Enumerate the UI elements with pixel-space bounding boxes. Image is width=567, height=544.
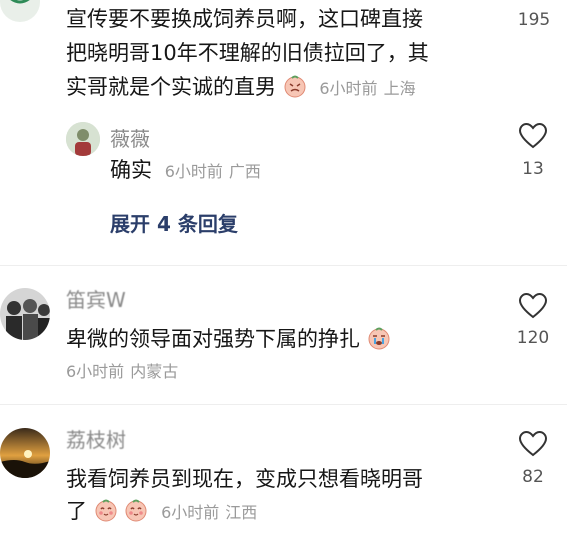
like-count: 195	[517, 10, 551, 30]
like-count: 13	[522, 159, 544, 179]
avatar[interactable]	[0, 428, 50, 478]
comment-author[interactable]: 荔枝树	[66, 424, 126, 453]
avatar-image	[10, 0, 30, 4]
like-count: 82	[522, 467, 544, 487]
reply-avatar[interactable]	[66, 122, 100, 156]
blush-emoji-icon	[125, 499, 147, 522]
comment-text-line-last: 实哥就是个实诚的直男 6小时前 上海	[66, 70, 416, 106]
comment-region: 内蒙古	[130, 362, 179, 381]
heart-outline-icon[interactable]	[518, 430, 548, 458]
avatar-image	[0, 288, 50, 340]
expand-replies-button[interactable]: 展开 4 条回复	[110, 208, 238, 237]
comment-meta: 6小时前 内蒙古	[60, 358, 178, 382]
comment-author[interactable]: 笛宾W	[66, 284, 126, 313]
comment-text-line: 卑微的领导面对强势下属的挣扎	[66, 322, 391, 356]
crying-emoji-icon	[368, 327, 390, 350]
blush-emoji-icon	[95, 499, 117, 522]
avatar[interactable]	[0, 288, 50, 340]
reply-time: 6小时前	[164, 162, 223, 181]
divider	[0, 404, 567, 405]
comment-text-line: 宣传要不要换成饲养员啊，这口碑直接	[66, 7, 423, 31]
comment-time: 6小时前	[66, 362, 125, 381]
comment-region: 上海	[383, 79, 416, 98]
heart-outline-icon[interactable]	[518, 122, 548, 150]
reply-region: 广西	[228, 162, 261, 181]
like-count: 120	[516, 328, 550, 348]
avatar[interactable]	[0, 0, 40, 22]
comment-text-line: 我看饲养员到现在，变成只想看晓明哥	[66, 467, 423, 491]
avatar-image	[0, 428, 50, 478]
heart-outline-icon[interactable]	[518, 292, 548, 320]
comment-time: 6小时前	[319, 79, 378, 98]
avatar-image	[66, 122, 100, 156]
reply-text: 确实	[110, 158, 152, 182]
reply-author[interactable]: 薇薇	[110, 123, 150, 152]
comment-text: 卑微的领导面对强势下属的挣扎	[66, 327, 360, 351]
comment-region: 江西	[225, 503, 258, 522]
divider	[0, 265, 567, 266]
comment-text: 实哥就是个实诚的直男	[66, 75, 276, 99]
comment-text: 了	[66, 499, 87, 523]
comment-time: 6小时前	[161, 503, 220, 522]
comment-text-line: 把晓明哥10年不理解的旧债拉回了，其	[66, 41, 429, 65]
reply-text-line: 确实 6小时前 广西	[110, 153, 261, 189]
comment-text-line-last: 了 6小时前 江西	[66, 494, 257, 530]
crying-emoji-icon	[284, 75, 306, 98]
